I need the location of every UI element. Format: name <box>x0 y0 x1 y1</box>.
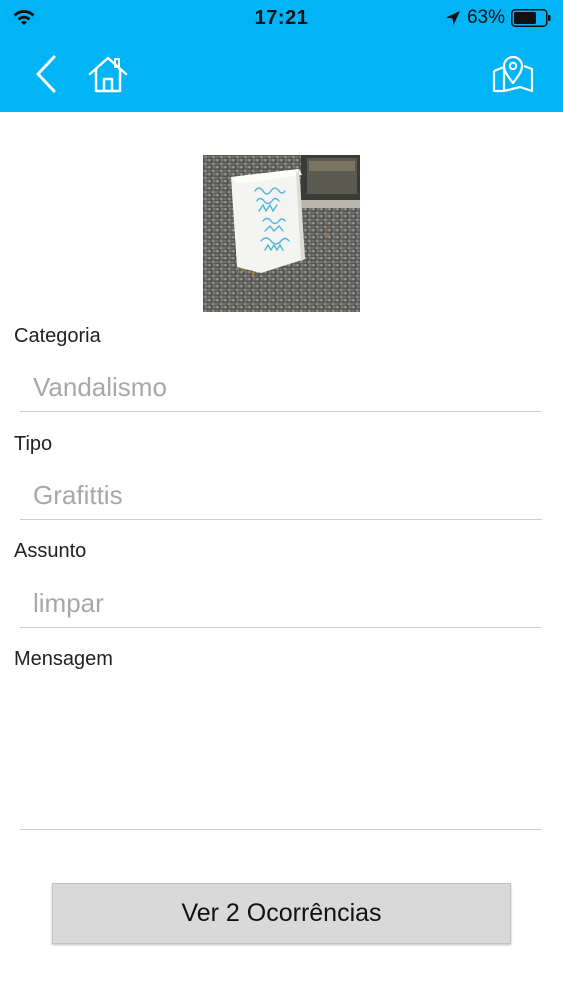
battery-icon <box>511 9 551 27</box>
location-arrow-icon <box>445 11 460 25</box>
back-chevron-icon <box>36 55 56 93</box>
assunto-label: Assunto <box>14 540 87 562</box>
status-bar: 17:21 63% <box>0 0 563 36</box>
map-button[interactable] <box>489 50 537 98</box>
assunto-field[interactable]: limpar <box>20 578 542 628</box>
back-button[interactable] <box>22 50 70 98</box>
battery-percent: 63% <box>466 7 505 28</box>
graffiti-photo-image <box>203 155 360 312</box>
status-right-group: 63% <box>445 6 551 30</box>
home-button[interactable] <box>84 50 132 98</box>
mensagem-label: Mensagem <box>14 648 113 670</box>
categoria-field[interactable]: Vandalismo <box>20 362 542 412</box>
occurrence-photo <box>203 155 360 312</box>
app-header: 17:21 63% <box>0 0 563 112</box>
tipo-field[interactable]: Grafittis <box>20 470 542 520</box>
nav-bar <box>0 36 563 112</box>
home-icon <box>88 56 128 93</box>
categoria-label: Categoria <box>14 325 101 347</box>
map-pin-icon <box>492 55 534 93</box>
tipo-label: Tipo <box>14 433 53 455</box>
view-occurrences-button[interactable]: Ver 2 Ocorrências <box>52 883 511 944</box>
mensagem-textarea[interactable] <box>20 680 542 830</box>
